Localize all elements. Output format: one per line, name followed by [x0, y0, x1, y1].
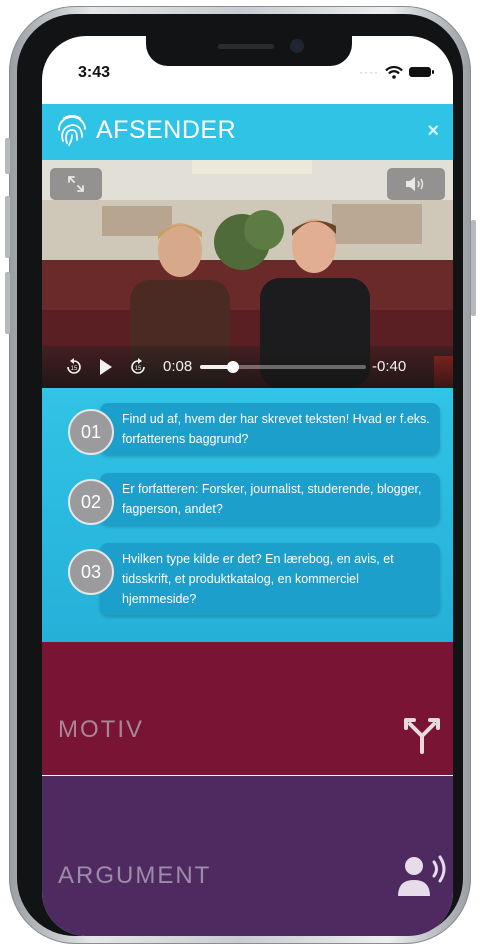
fullscreen-button[interactable]: [50, 168, 102, 200]
app-header: AFSENDER ×: [42, 104, 453, 160]
fingerprint-icon: [58, 114, 86, 146]
wifi-icon: [385, 65, 403, 79]
checklist: Find ud af, hvem der har skrevet teksten…: [42, 388, 453, 642]
earpiece: [218, 44, 274, 49]
screen: 3:43 ···· AFSENDER × 15 15 0:08 -0:40 Fi…: [42, 36, 453, 936]
fork-arrows-icon: [404, 718, 440, 754]
signal-dots-icon: ····: [359, 65, 379, 79]
section-title-motiv: MOTIV: [58, 716, 144, 743]
volume-icon: [406, 177, 424, 191]
expand-icon: [68, 176, 84, 192]
front-camera: [292, 41, 302, 51]
speaker-person-icon: [398, 855, 446, 896]
skip-back-label: 15: [71, 366, 78, 372]
step-text: Find ud af, hvem der har skrevet teksten…: [100, 403, 440, 455]
skip-back-15-icon[interactable]: 15: [64, 357, 84, 377]
skip-forward-label: 15: [135, 366, 142, 372]
battery-icon: [409, 67, 434, 77]
elapsed-time: 0:08: [163, 358, 193, 375]
scrub-handle[interactable]: [227, 361, 240, 373]
step-number: 03: [68, 549, 114, 595]
play-icon[interactable]: [98, 358, 114, 376]
mute-switch: [5, 138, 10, 174]
remaining-time: -0:40: [372, 358, 407, 375]
status-icons: ····: [359, 65, 434, 79]
step-text: Hvilken type kilde er det? En lærebog, e…: [100, 543, 440, 615]
volume-down-button: [5, 272, 10, 334]
video-controls: 15 15 0:08 -0:40: [42, 346, 453, 388]
close-button[interactable]: ×: [427, 120, 439, 143]
volume-up-button: [5, 196, 10, 258]
app-title: AFSENDER: [96, 116, 237, 144]
power-button: [471, 220, 476, 316]
step-text: Er forfatteren: Forsker, journalist, stu…: [100, 473, 440, 525]
scrub-bar[interactable]: [200, 361, 366, 373]
notch: [146, 36, 352, 66]
status-time: 3:43: [78, 64, 111, 81]
volume-button[interactable]: [387, 168, 445, 200]
step-number: 02: [68, 479, 114, 525]
skip-forward-15-icon[interactable]: 15: [128, 357, 148, 377]
section-title-argument: ARGUMENT: [58, 862, 212, 889]
section-motiv[interactable]: MOTIV: [42, 642, 453, 775]
section-argument[interactable]: ARGUMENT: [42, 776, 453, 936]
video-player[interactable]: 15 15 0:08 -0:40: [42, 160, 453, 388]
step-number: 01: [68, 409, 114, 455]
